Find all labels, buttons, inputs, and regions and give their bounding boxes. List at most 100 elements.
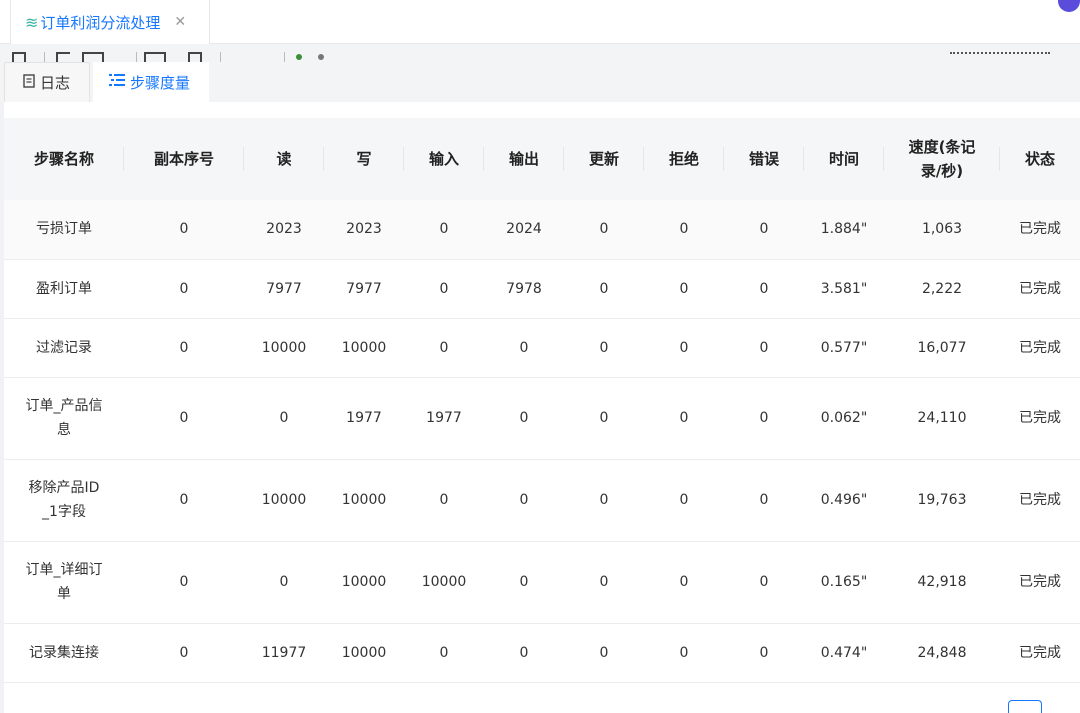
cell-status: 已完成	[1000, 623, 1080, 683]
cell-rejected: 0	[644, 259, 724, 319]
cell-read: 7977	[244, 259, 324, 319]
cell-step-name: 记录集连接	[4, 623, 124, 683]
tab-step-metrics[interactable]: 步骤度量	[93, 62, 209, 102]
cell-speed: 1,063	[884, 200, 1000, 260]
cell-copy-number: 0	[124, 318, 244, 378]
column-header-errors[interactable]: 错误	[724, 118, 804, 200]
document-tab-title: 订单利润分流处理	[40, 13, 161, 32]
cell-read: 11977	[244, 623, 324, 683]
cell-copy-number: 0	[124, 459, 244, 542]
column-header-step-name[interactable]: 步骤名称	[4, 118, 124, 200]
cell-time: 0.165"	[804, 541, 884, 624]
cell-status: 已完成	[1000, 200, 1080, 260]
cell-written: 10000	[324, 623, 404, 683]
table-header-row: 步骤名称 副本序号 读 写 输入 输出 更新 拒绝 错误 时间 速度(条记录/秒…	[4, 118, 1080, 200]
cell-updated: 0	[564, 541, 644, 624]
step-metrics-table: 步骤名称 副本序号 读 写 输入 输出 更新 拒绝 错误 时间 速度(条记录/秒…	[4, 118, 1080, 683]
toolbar	[0, 44, 1080, 62]
cell-step-name: 订单_详细订单	[4, 541, 124, 624]
column-header-status[interactable]: 状态	[1000, 118, 1080, 200]
cell-errors: 0	[724, 259, 804, 319]
cell-output: 0	[484, 623, 564, 683]
column-header-rejected[interactable]: 拒绝	[644, 118, 724, 200]
cell-time: 0.577"	[804, 318, 884, 378]
toolbar-divider	[284, 52, 285, 62]
cell-updated: 0	[564, 623, 644, 683]
table-row[interactable]: 订单_详细订单 0 0 10000 10000 0 0 0 0 0.165" 4…	[4, 541, 1080, 624]
cell-written: 2023	[324, 200, 404, 260]
transformation-icon: ≋	[25, 12, 39, 32]
document-icon	[23, 73, 35, 92]
cell-read: 2023	[244, 200, 324, 260]
table-row[interactable]: 订单_产品信息 0 0 1977 1977 0 0 0 0 0.062" 24,…	[4, 377, 1080, 460]
cell-updated: 0	[564, 377, 644, 460]
play-icon[interactable]	[56, 52, 70, 62]
cell-read: 10000	[244, 459, 324, 542]
cell-read: 10000	[244, 318, 324, 378]
debug-icon[interactable]	[188, 52, 202, 62]
pagination-page-button[interactable]	[1008, 700, 1042, 713]
cell-errors: 0	[724, 377, 804, 460]
table-row[interactable]: 移除产品ID_1字段 0 10000 10000 0 0 0 0 0 0.496…	[4, 459, 1080, 542]
tab-step-metrics-label: 步骤度量	[130, 73, 191, 92]
cell-output: 0	[484, 377, 564, 460]
cell-rejected: 0	[644, 623, 724, 683]
table-row[interactable]: 过滤记录 0 10000 10000 0 0 0 0 0 0.577" 16,0…	[4, 318, 1080, 378]
table-row[interactable]: 盈利订单 0 7977 7977 0 7978 0 0 0 3.581" 2,2…	[4, 259, 1080, 319]
table-row[interactable]: 记录集连接 0 11977 10000 0 0 0 0 0 0.474" 24,…	[4, 623, 1080, 683]
column-header-written[interactable]: 写	[324, 118, 404, 200]
cell-errors: 0	[724, 318, 804, 378]
cell-input: 0	[404, 459, 484, 542]
cell-errors: 0	[724, 541, 804, 624]
cell-time: 0.062"	[804, 377, 884, 460]
cell-step-name: 亏损订单	[4, 200, 124, 260]
document-tab[interactable]: ≋ 订单利润分流处理 ✕	[10, 0, 210, 44]
preview-icon[interactable]	[144, 52, 166, 62]
table-row[interactable]: 亏损订单 0 2023 2023 0 2024 0 0 0 1.884" 1,0…	[4, 200, 1080, 260]
cell-rejected: 0	[644, 541, 724, 624]
cell-input: 0	[404, 200, 484, 260]
result-tabs: 日志 步骤度量	[0, 62, 1080, 102]
cell-output: 0	[484, 459, 564, 542]
cell-written: 7977	[324, 259, 404, 319]
status-indicator-icon	[296, 54, 302, 60]
column-header-input[interactable]: 输入	[404, 118, 484, 200]
column-header-output[interactable]: 输出	[484, 118, 564, 200]
cell-time: 0.496"	[804, 459, 884, 542]
cell-output: 2024	[484, 200, 564, 260]
cell-step-name: 移除产品ID_1字段	[4, 459, 124, 542]
cell-copy-number: 0	[124, 259, 244, 319]
cell-output: 0	[484, 318, 564, 378]
stop-icon[interactable]	[82, 52, 104, 62]
tab-log[interactable]: 日志	[4, 62, 90, 102]
document-tab-bar: ≋ 订单利润分流处理 ✕	[0, 0, 1080, 44]
cell-input: 0	[404, 623, 484, 683]
column-header-speed[interactable]: 速度(条记录/秒)	[884, 118, 1000, 200]
cell-time: 1.884"	[804, 200, 884, 260]
cell-written: 10000	[324, 318, 404, 378]
cell-input: 10000	[404, 541, 484, 624]
tab-log-label: 日志	[40, 74, 71, 92]
column-header-read[interactable]: 读	[244, 118, 324, 200]
close-icon[interactable]: ✕	[174, 14, 186, 30]
status-indicator-icon	[318, 54, 324, 60]
column-header-time[interactable]: 时间	[804, 118, 884, 200]
cell-speed: 24,848	[884, 623, 1000, 683]
cell-status: 已完成	[1000, 377, 1080, 460]
run-icon[interactable]	[12, 52, 26, 62]
cell-read: 0	[244, 377, 324, 460]
column-header-copy-number[interactable]: 副本序号	[124, 118, 244, 200]
toolbar-right-controls[interactable]	[950, 52, 1050, 58]
cell-errors: 0	[724, 200, 804, 260]
cell-input: 0	[404, 318, 484, 378]
column-header-updated[interactable]: 更新	[564, 118, 644, 200]
cell-written: 10000	[324, 459, 404, 542]
list-icon	[109, 73, 125, 91]
avatar[interactable]	[1058, 0, 1080, 12]
cell-status: 已完成	[1000, 259, 1080, 319]
cell-step-name: 订单_产品信息	[4, 377, 124, 460]
cell-written: 10000	[324, 541, 404, 624]
cell-copy-number: 0	[124, 200, 244, 260]
cell-rejected: 0	[644, 377, 724, 460]
cell-speed: 24,110	[884, 377, 1000, 460]
